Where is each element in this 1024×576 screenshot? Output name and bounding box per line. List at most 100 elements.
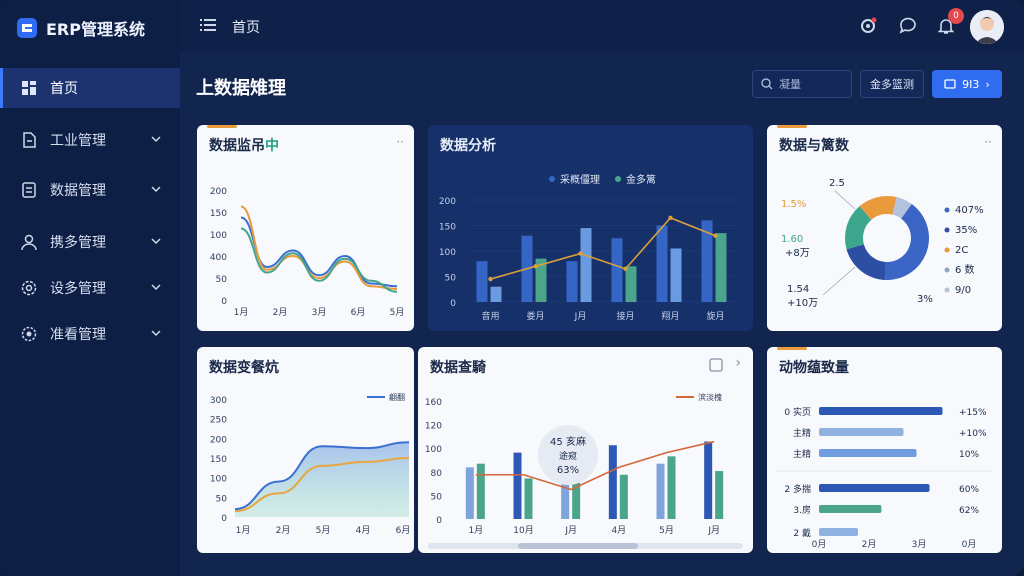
legend-label: 滨淡槐 xyxy=(698,392,722,402)
settings-icon xyxy=(21,280,37,296)
chevron-down-icon xyxy=(151,238,161,245)
card-line-chart: 数据监吊中 ·· 200 150 100 400 50 0 1月 2月 3月 6月 5月 xyxy=(197,125,414,331)
bar-1 xyxy=(619,474,628,519)
category-label: 2 多揣 xyxy=(784,483,811,495)
sidebar-item-label: 工业管理 xyxy=(50,133,106,149)
search-placeholder: 凝量 xyxy=(779,78,801,91)
right-label: +10% xyxy=(959,429,987,439)
scrollbar-thumb xyxy=(518,543,638,549)
left-label: 1.5% xyxy=(781,199,806,210)
x-tick-label: 音用 xyxy=(481,310,499,322)
bar-1 xyxy=(490,286,502,302)
avatar-image xyxy=(970,10,1004,44)
sidebar-item-0[interactable]: 首页 xyxy=(0,68,180,108)
bottom-label: 3% xyxy=(917,294,933,305)
y-tick-label: 50 xyxy=(216,275,228,285)
trend-point xyxy=(713,233,718,238)
right-label: +15% xyxy=(959,408,987,418)
category-label: 主精 xyxy=(793,427,811,439)
sidebar-item-1[interactable]: 工业管理 xyxy=(0,120,180,160)
database-icon xyxy=(22,182,36,198)
bar-0 xyxy=(513,452,522,519)
brand[interactable]: ERP管理系统 xyxy=(16,14,145,42)
area-fill xyxy=(235,442,409,517)
legend-dot xyxy=(944,207,950,213)
y-tick-label: 150 xyxy=(439,223,456,233)
search-input[interactable]: 凝量 xyxy=(752,70,852,98)
right-label: 62% xyxy=(959,506,979,516)
y-tick-label: 50 xyxy=(445,274,457,284)
trend-point xyxy=(533,264,538,269)
x-tick-label: 6月 xyxy=(396,525,411,536)
y-tick-label: 50 xyxy=(216,494,228,504)
main-content: 上数据雉理 凝量 金多篮测 9I3 › 数据监吊中 ·· 200 150 100 40… xyxy=(180,52,1024,576)
y-tick-label: 160 xyxy=(425,398,442,408)
x-tick-label: 旋月 xyxy=(706,310,724,322)
sidebar-item-4[interactable]: 设多管理 xyxy=(0,268,180,308)
trend-point xyxy=(668,215,673,221)
card-donut-chart: 数据与篱数 ·· 2.5 1.5% 1.60 +8万 1.54 +10万 407% 35% 2C… xyxy=(767,125,1002,331)
tooltip-line: 63% xyxy=(557,465,579,476)
bar-0 xyxy=(608,445,617,519)
y-tick-label: 100 xyxy=(210,231,227,241)
y-tick-label: 150 xyxy=(210,209,227,219)
sidebar-item-3[interactable]: 携多管理 xyxy=(0,222,180,262)
hbar-1 xyxy=(819,428,904,436)
y-tick-label: 250 xyxy=(210,416,227,426)
area-chart: 翩翻 300 250 200 150 100 50 0 1月 2月 5月 4月 6月 xyxy=(210,392,411,536)
y-tick-label: 400 xyxy=(210,253,227,263)
hbar-4 xyxy=(819,505,882,513)
series-line-0 xyxy=(240,216,398,288)
category-label: 2 戴 xyxy=(793,527,811,539)
sidebar-item-label: 数据管理 xyxy=(50,183,106,199)
left-label: +8万 xyxy=(785,248,810,259)
filter-button[interactable]: 金多篮测 xyxy=(860,70,924,98)
sidebar-item-label: 设多管理 xyxy=(50,281,106,297)
right-label: 2C xyxy=(955,245,968,256)
bar-1 xyxy=(625,266,637,302)
sidebar-item-label: 携多管理 xyxy=(50,235,106,251)
x-tick-label: 1月 xyxy=(236,525,251,536)
donut-chart: 2.5 1.5% 1.60 +8万 1.54 +10万 407% 35% 2C 6 数 9/0 3% xyxy=(781,178,984,309)
bar-0 xyxy=(704,441,713,519)
x-tick-label: 3月 xyxy=(312,307,327,318)
leader-line xyxy=(834,190,856,210)
document-icon xyxy=(23,132,36,148)
x-tick-label: 0月 xyxy=(962,539,977,550)
avatar[interactable] xyxy=(970,10,1004,44)
x-tick-label: J月 xyxy=(707,525,720,536)
bar-0 xyxy=(656,225,668,302)
card-combo-chart: 数据查騎 › 滨淡槐 160 120 100 80 50 0 1月 10月 J月 4月 5月 J月 45 … xyxy=(418,347,753,553)
bar-1 xyxy=(580,228,592,302)
hbar-2 xyxy=(819,449,917,457)
x-tick-label: 3月 xyxy=(912,539,927,550)
x-tick-label: 5月 xyxy=(390,307,405,318)
bar-chart: 采概僵理 金多篱 200 150 100 50 0 音用 娄月 J月 接月 翔月 旋月 xyxy=(439,173,738,322)
left-label: 1.60 xyxy=(781,234,803,245)
message-icon[interactable] xyxy=(898,16,918,36)
x-tick-label: J月 xyxy=(574,311,587,322)
combo-chart: 滨淡槐 160 120 100 80 50 0 1月 10月 J月 4月 5月 J月 45 亥麻途窥 63% xyxy=(425,392,743,549)
legend-label: 金多篱 xyxy=(626,173,656,186)
legend-label: 采概僵理 xyxy=(560,173,600,186)
x-tick-label: 接月 xyxy=(616,310,634,322)
chevron-down-icon xyxy=(151,330,161,337)
settings-icon[interactable] xyxy=(858,16,878,36)
x-tick-label: 0月 xyxy=(812,539,827,550)
x-tick-label: 2月 xyxy=(273,307,288,318)
breadcrumb[interactable]: 首页 xyxy=(232,17,260,37)
sidebar-item-5[interactable]: 准看管理 xyxy=(0,314,180,354)
trend-point xyxy=(578,251,583,256)
primary-action-button[interactable]: 9I3 › xyxy=(932,70,1002,98)
legend-swatch xyxy=(549,176,555,182)
user-icon xyxy=(21,234,37,251)
x-tick-label: 5月 xyxy=(659,525,674,536)
x-tick-label: 6月 xyxy=(351,307,366,318)
arrow-right-icon: › xyxy=(985,77,990,91)
card-area-chart: 数据变餐炕 翩翻 300 250 200 150 100 50 0 1月 2月 5月 4月 6月 xyxy=(197,347,414,553)
sidebar-item-label: 首页 xyxy=(50,81,78,97)
x-tick-label: 娄月 xyxy=(526,310,544,322)
sidebar-item-2[interactable]: 数据管理 xyxy=(0,170,180,210)
hbar-chart: 0 实页主精主精2 多揣3.房2 戴+15%+10%10%60%62%0月 2月 3… xyxy=(777,406,992,550)
menu-icon[interactable] xyxy=(200,18,216,32)
